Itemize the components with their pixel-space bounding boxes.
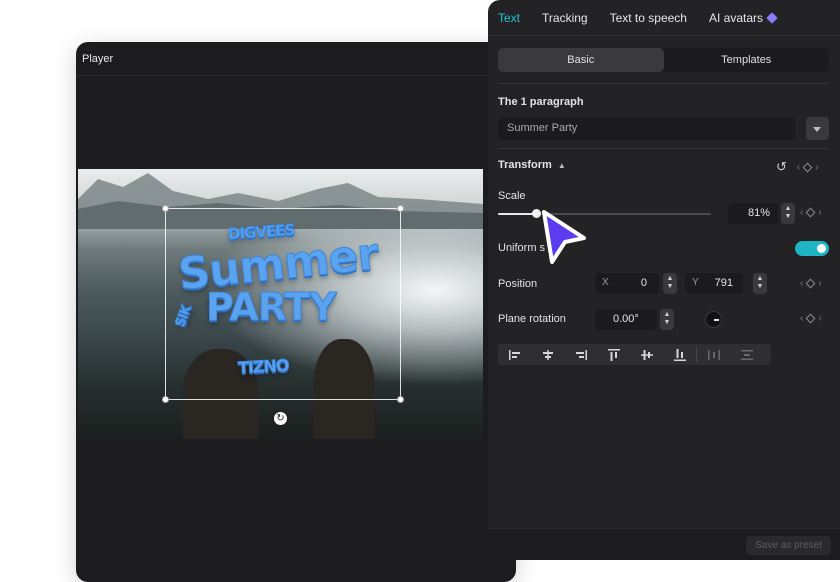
- video-preview[interactable]: DIGVEES Summer PARTY TIZNO SIK ↻: [78, 169, 483, 439]
- rotate-icon[interactable]: ↻: [274, 412, 287, 425]
- properties-panel: Text Tracking Text to speech AI avatars …: [488, 0, 840, 560]
- keyframe-diamond-icon[interactable]: [805, 207, 816, 218]
- player-header: Player: [76, 42, 516, 76]
- player-window: Player DIGVEES Summer PARTY TIZNO SIK ↻: [76, 42, 516, 582]
- keyframe-diamond-icon[interactable]: [805, 313, 816, 324]
- plane-rotation-label: Plane rotation: [498, 313, 566, 325]
- align-left-icon[interactable]: [498, 344, 531, 365]
- plane-rotation-field[interactable]: 0.00°: [595, 309, 657, 330]
- prev-keyframe-icon[interactable]: ‹: [797, 162, 800, 173]
- paragraph-text-field[interactable]: Summer Party: [498, 117, 795, 140]
- scale-stepper[interactable]: ▲ ▼: [781, 203, 795, 224]
- paragraph-dropdown-button[interactable]: [806, 117, 829, 140]
- scale-label: Scale: [498, 190, 526, 202]
- panel-footer: Save as preset: [488, 528, 840, 560]
- transform-label-text: Transform: [498, 159, 552, 171]
- align-middle-vertical-icon[interactable]: [630, 344, 663, 365]
- next-keyframe-icon[interactable]: ›: [818, 313, 821, 324]
- align-top-icon[interactable]: [597, 344, 630, 365]
- basic-templates-switch: Basic Templates: [498, 48, 829, 72]
- uniform-scale-toggle[interactable]: [795, 241, 829, 256]
- selection-box[interactable]: [162, 205, 404, 403]
- position-x-stepper[interactable]: ▲ ▼: [663, 273, 677, 294]
- tab-tracking[interactable]: Tracking: [542, 11, 588, 25]
- divider: [498, 83, 829, 84]
- next-keyframe-icon[interactable]: ›: [815, 162, 818, 173]
- position-label: Position: [498, 278, 538, 290]
- position-y-label: Y: [692, 277, 699, 288]
- keyframe-diamond-icon[interactable]: [805, 278, 816, 289]
- align-right-icon[interactable]: [564, 344, 597, 365]
- paragraph-label: The 1 paragraph: [498, 96, 584, 108]
- rotation-keyframe-controls: ‹ ›: [800, 313, 822, 324]
- prev-keyframe-icon[interactable]: ‹: [800, 313, 803, 324]
- tab-text[interactable]: Text: [498, 11, 520, 25]
- distribute-horizontal-icon[interactable]: [697, 344, 730, 365]
- transform-keyframe-controls: ↺ ‹ ›: [776, 159, 819, 175]
- resize-handle-tl[interactable]: [162, 205, 169, 212]
- divider: [498, 148, 829, 149]
- keyframe-diamond-icon[interactable]: [802, 162, 813, 172]
- chevron-up-icon: ▲: [557, 161, 566, 170]
- distribute-vertical-icon[interactable]: [730, 344, 763, 365]
- segment-basic[interactable]: Basic: [498, 48, 664, 72]
- prev-keyframe-icon[interactable]: ‹: [800, 207, 803, 218]
- resize-handle-tr[interactable]: [397, 205, 404, 212]
- prev-keyframe-icon[interactable]: ‹: [800, 278, 803, 289]
- position-keyframe-controls: ‹ ›: [800, 278, 822, 289]
- save-as-preset-button[interactable]: Save as preset: [746, 536, 831, 555]
- scale-slider-fill: [498, 213, 536, 215]
- resize-handle-br[interactable]: [397, 396, 404, 403]
- rotation-dial[interactable]: [705, 311, 722, 328]
- tab-text-to-speech[interactable]: Text to speech: [610, 11, 687, 25]
- transform-label[interactable]: Transform ▲: [498, 159, 566, 171]
- player-title: Player: [82, 52, 114, 65]
- alignment-toolbar: [498, 344, 771, 365]
- position-x-label: X: [602, 277, 609, 288]
- scale-slider[interactable]: [498, 209, 711, 218]
- next-keyframe-icon[interactable]: ›: [818, 278, 821, 289]
- plane-rotation-stepper[interactable]: ▲ ▼: [660, 309, 674, 330]
- scale-value-field[interactable]: 81%: [728, 203, 778, 224]
- cursor-pointer-icon: [542, 210, 586, 264]
- resize-handle-bl[interactable]: [162, 396, 169, 403]
- position-y-stepper[interactable]: ▲ ▼: [753, 273, 767, 294]
- scale-keyframe-controls: ‹ ›: [800, 207, 822, 218]
- next-keyframe-icon[interactable]: ›: [818, 207, 821, 218]
- reset-icon[interactable]: ↺: [776, 159, 787, 175]
- gem-icon: [766, 12, 778, 24]
- tab-ai-avatars[interactable]: AI avatars: [708, 10, 778, 25]
- segment-templates[interactable]: Templates: [664, 48, 830, 72]
- tab-ai-avatars-label: AI avatars: [708, 10, 764, 25]
- align-center-horizontal-icon[interactable]: [531, 344, 564, 365]
- panel-tabs: Text Tracking Text to speech AI avatars: [488, 0, 840, 36]
- align-bottom-icon[interactable]: [663, 344, 696, 365]
